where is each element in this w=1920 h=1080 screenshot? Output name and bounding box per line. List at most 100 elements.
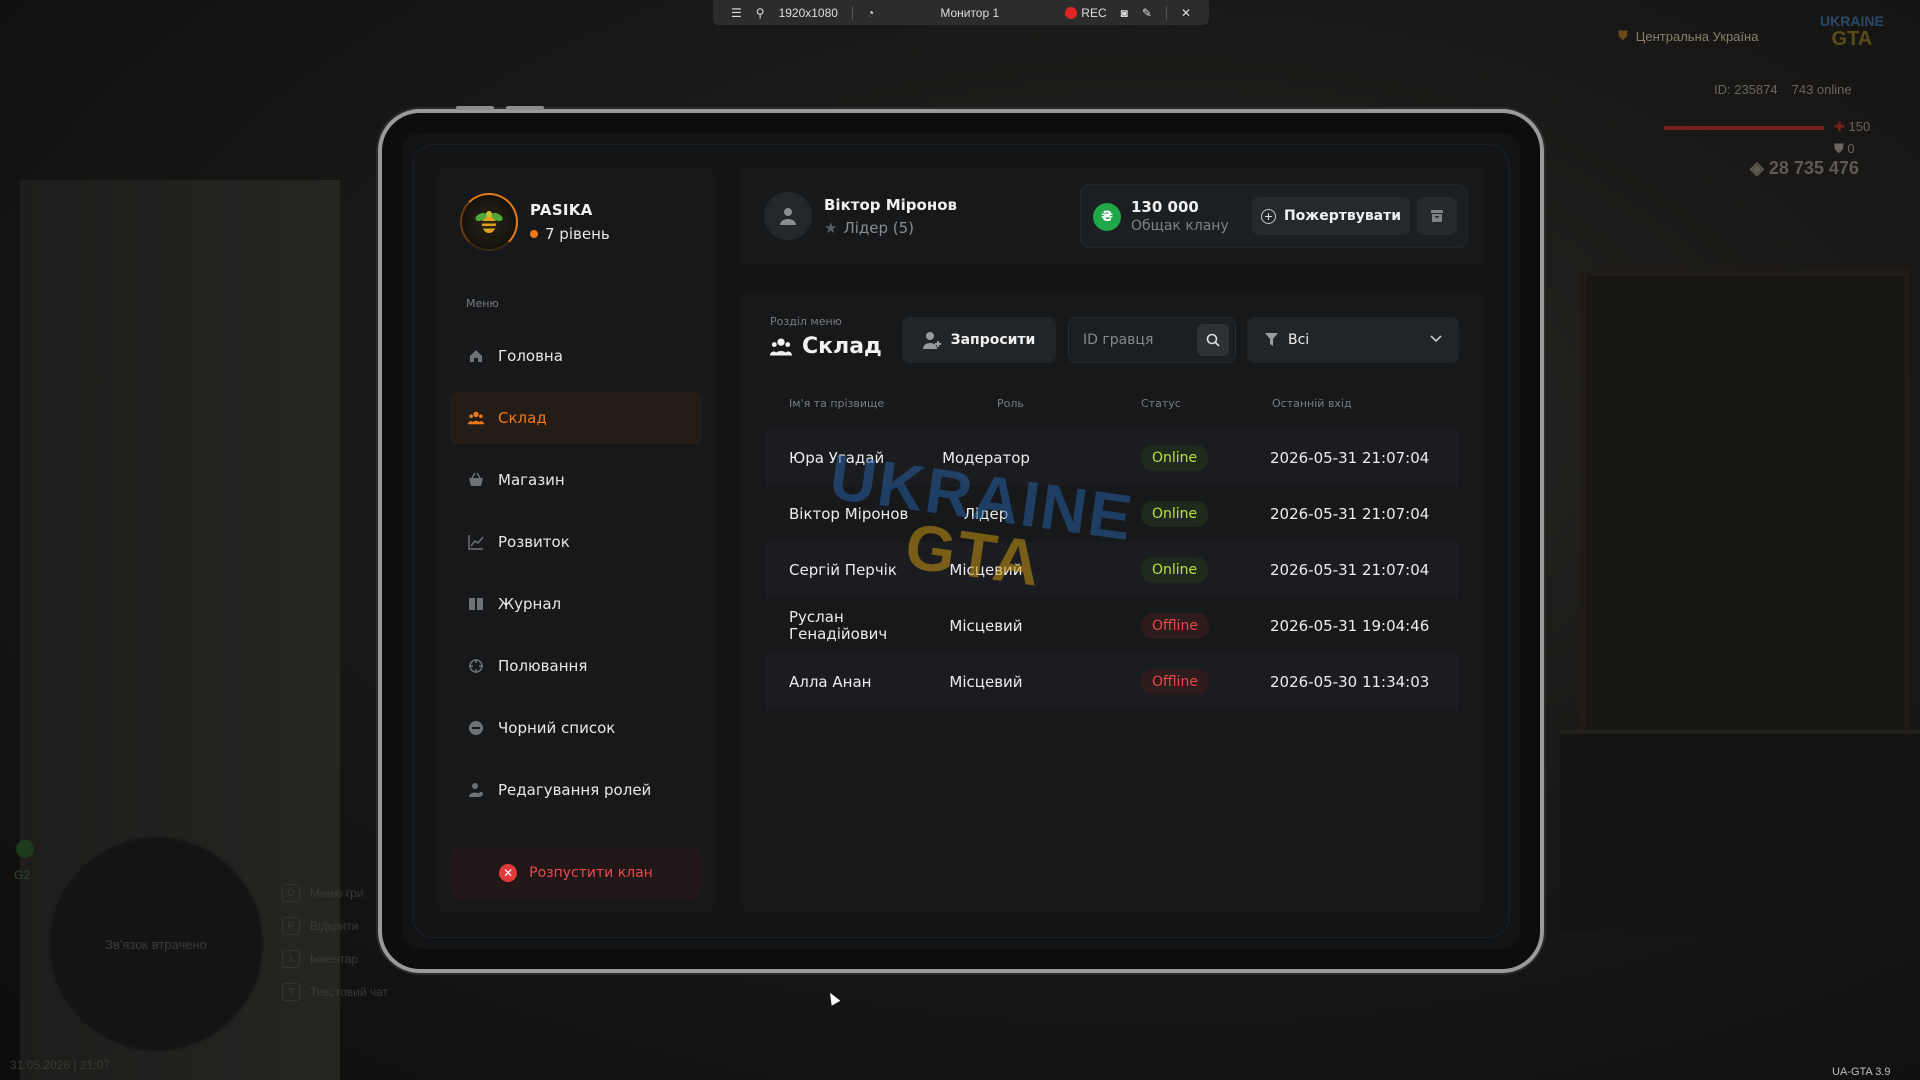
hotkey-key: P xyxy=(282,917,300,935)
member-last-login: 2026-05-31 21:07:04 xyxy=(1270,505,1430,523)
sidebar-item-label: Розвиток xyxy=(498,533,570,551)
clan-name: PASIKA xyxy=(530,201,593,219)
hud-id-line: ID: 235874 743 online xyxy=(1714,82,1852,97)
table-row[interactable]: Алла Анан Місцевий Offline 2026-05-30 11… xyxy=(766,654,1458,710)
table-row[interactable]: Віктор Міронов Лідер Online 2026-05-31 2… xyxy=(766,486,1458,542)
search-button[interactable] xyxy=(1197,324,1229,356)
user-icon xyxy=(780,208,796,225)
hotkey-hints: O Меню гри P Відкрити I Інвентар T Текстовий… xyxy=(282,884,388,1001)
health-value: ✚ 150 xyxy=(1834,119,1870,135)
camera-icon[interactable]: ◙ xyxy=(1121,6,1128,20)
close-circle-icon: ✕ xyxy=(499,864,518,882)
member-status: Online xyxy=(1141,486,1209,542)
clan-info: PASIKA 7 рівень xyxy=(530,201,610,243)
status-badge: Offline xyxy=(1141,613,1209,639)
game-logo-bottom: GTA xyxy=(1831,28,1873,50)
money-value: ◈ 28 735 476 xyxy=(1750,158,1859,179)
divider xyxy=(1165,5,1167,20)
sidebar-item-journal[interactable]: Журнал xyxy=(450,578,702,630)
menu-caption: Меню xyxy=(466,297,499,310)
money-number: 28 735 476 xyxy=(1768,158,1859,178)
sidebar-item-role-editing[interactable]: Редагування ролей xyxy=(450,764,702,816)
member-status: Offline xyxy=(1141,654,1209,710)
tablet-volume-button xyxy=(456,106,494,110)
tablet-volume-button xyxy=(506,106,544,110)
user-edit-icon xyxy=(468,782,484,798)
donate-button[interactable]: + Пожертвувати xyxy=(1252,197,1410,235)
game-logo: UKRAINE GTA xyxy=(1820,12,1884,50)
member-role: Модератор xyxy=(942,449,1030,467)
search-input[interactable] xyxy=(1083,332,1203,348)
sidebar-item-shop[interactable]: Магазин xyxy=(450,454,702,506)
pin-icon[interactable]: ⚲ xyxy=(756,6,765,20)
health-number: 150 xyxy=(1848,119,1871,134)
section-caption: Розділ меню xyxy=(770,315,842,328)
game-version: UA-GTA 3.9 xyxy=(1832,1066,1891,1078)
money-icon: ◈ xyxy=(1750,158,1764,178)
pencil-icon[interactable]: ✎ xyxy=(1142,6,1152,20)
close-icon[interactable]: ✕ xyxy=(1181,6,1191,20)
hotkey-key: I xyxy=(282,950,300,968)
drop-icon[interactable]: ◔ xyxy=(867,6,874,20)
sidebar-menu: Головна Склад Магазин Розвиток Журнал По… xyxy=(450,330,702,816)
sidebar-item-home[interactable]: Головна xyxy=(450,330,702,382)
invite-button[interactable]: Запросити xyxy=(902,317,1056,363)
sidebar-item-blacklist[interactable]: Чорний список xyxy=(450,702,702,754)
member-role: Лідер xyxy=(963,505,1009,523)
star-icon: ★ xyxy=(824,219,838,237)
sidebar-item-hunting[interactable]: Полювання xyxy=(450,640,702,692)
bank-amount: 130 000 xyxy=(1131,198,1199,216)
status-badge: Offline xyxy=(1141,669,1209,695)
clan-level: 7 рівень xyxy=(530,225,610,243)
hotkey-hint: P Відкрити xyxy=(282,917,388,935)
sidebar-item-label: Полювання xyxy=(498,657,588,675)
archive-button[interactable] xyxy=(1417,197,1457,235)
voice-indicator-icon xyxy=(16,840,34,858)
status-filter-select[interactable]: Всі xyxy=(1247,317,1459,363)
table-row[interactable]: Юра Угадай Модератор Online 2026-05-31 2… xyxy=(766,430,1458,486)
rec-icon xyxy=(1065,7,1078,20)
member-role: Місцевий xyxy=(949,673,1023,691)
sidebar-item-storage[interactable]: Склад xyxy=(450,392,702,444)
sidebar-item-label: Магазин xyxy=(498,471,565,489)
block-icon xyxy=(468,720,484,736)
member-status: Online xyxy=(1141,542,1209,598)
clan-header: PASIKA 7 рівень xyxy=(460,193,610,251)
members-icon xyxy=(770,337,792,356)
online-count: 743 online xyxy=(1791,82,1852,97)
column-header-status: Статус xyxy=(1141,397,1181,410)
member-status: Offline xyxy=(1141,598,1209,654)
filter-icon xyxy=(1265,333,1278,346)
hotkey-label: Відкрити xyxy=(310,919,359,933)
clan-level-label: 7 рівень xyxy=(545,225,610,243)
voice-channel: G2 xyxy=(14,868,31,882)
chevron-down-icon xyxy=(1430,335,1442,343)
hotkey-key: O xyxy=(282,884,300,902)
column-header-name: Ім'я та прізвище xyxy=(789,397,885,410)
page-title: Склад xyxy=(770,334,882,359)
donate-label: Пожертвувати xyxy=(1283,208,1402,224)
table-row[interactable]: Руслан Генадійович Місцевий Offline 2026… xyxy=(766,598,1458,654)
menu-icon[interactable]: ☰ xyxy=(731,6,742,20)
hryvnia-icon: ₴ xyxy=(1093,203,1121,231)
hotkey-hint: I Інвентар xyxy=(282,950,388,968)
invite-label: Запросити xyxy=(950,332,1036,348)
rec-button[interactable]: REC xyxy=(1065,6,1107,20)
members-icon xyxy=(468,410,484,426)
hotkey-hint: O Меню гри xyxy=(282,884,388,902)
table-row[interactable]: Сергій Перчік Місцевий Online 2026-05-31… xyxy=(766,542,1458,598)
minimap: Зв'язок втрачено xyxy=(48,836,264,1052)
user-role: ★ Лідер (5) xyxy=(824,219,914,237)
minimap-status: Зв'язок втрачено xyxy=(105,936,207,952)
bank-label: Общак клану xyxy=(1131,218,1229,234)
status-badge: Online xyxy=(1141,501,1209,527)
search-icon xyxy=(1206,333,1220,347)
sidebar-item-development[interactable]: Розвиток xyxy=(450,516,702,568)
disband-clan-button[interactable]: ✕ Розпустити клан xyxy=(450,847,702,899)
member-role: Місцевий xyxy=(949,617,1023,635)
filter-value: Всі xyxy=(1288,332,1310,348)
capture-monitor[interactable]: Монитор 1 xyxy=(888,6,1051,20)
table-header: Ім'я та прізвище Роль Статус Останній вх… xyxy=(789,397,1469,417)
archive-icon xyxy=(1431,210,1443,222)
plus-circle-icon: + xyxy=(1260,208,1276,224)
